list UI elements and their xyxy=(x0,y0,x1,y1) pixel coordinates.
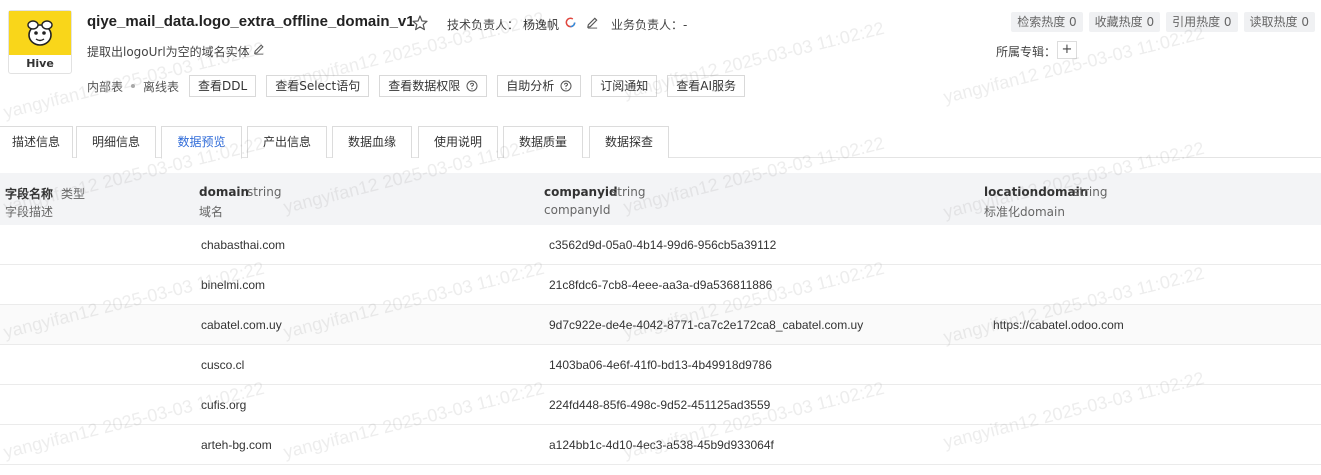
column-desc-locationdomain: 标准化domain xyxy=(984,205,1065,219)
view-ai-service-button[interactable]: 查看AI服务 xyxy=(667,75,746,97)
logo-label: Hive xyxy=(26,57,54,70)
view-ddl-button[interactable]: 查看DDL xyxy=(189,75,257,97)
field-name-header: 字段名称 xyxy=(5,187,54,201)
cell-domain: chabasthai.com xyxy=(201,238,286,252)
cell-companyid: a124bb1c-4d10-4ec3-a538-45b9d933064f xyxy=(549,438,774,452)
tab-description[interactable]: 描述信息 xyxy=(0,126,73,158)
view-permission-button[interactable]: 查看数据权限 xyxy=(379,75,488,97)
help-circle-icon xyxy=(466,80,478,92)
column-type-locationdomain: string xyxy=(1073,185,1108,199)
view-ai-service-label: 查看AI服务 xyxy=(676,79,737,93)
table-row: cusco.cl 1403ba06-4e6f-41f0-bd13-4b49918… xyxy=(0,345,1321,385)
tech-owner-label: 技术负责人： xyxy=(447,18,520,32)
cell-companyid: 9d7c922e-de4e-4042-8771-ca7c2e172ca8_cab… xyxy=(549,318,864,332)
table-row: chabasthai.com c3562d9d-05a0-4b14-99d6-9… xyxy=(0,225,1321,265)
cell-domain: binelmi.com xyxy=(201,278,266,292)
cell-companyid: 224fd448-85f6-498c-9d52-451125ad3559 xyxy=(549,398,771,412)
search-heat-badge: 检索热度 0 xyxy=(1011,12,1083,32)
refresh-icon[interactable] xyxy=(564,16,577,29)
edit-description-pencil-icon[interactable] xyxy=(253,43,265,55)
offline-table-tag: 离线表 xyxy=(143,79,180,94)
cell-domain: cabatel.com.uy xyxy=(201,318,282,332)
cell-companyid: 21c8fdc6-7cb8-4eee-aa3a-d9a536811886 xyxy=(549,278,773,292)
subscribe-label: 订阅通知 xyxy=(600,79,649,93)
tab-data-explore[interactable]: 数据探查 xyxy=(589,126,669,158)
column-type-domain: string xyxy=(247,185,282,199)
table-row: cufis.org 224fd448-85f6-498c-9d52-451125… xyxy=(0,385,1321,425)
meta-action-row: 内部表 离线表 查看DDL 查看Select语句 查看数据权限 自助分析 订阅通… xyxy=(87,75,746,97)
subscribe-button[interactable]: 订阅通知 xyxy=(591,75,658,97)
table-header-row: 字段名称 类型 字段描述 domain string 域名 companyid … xyxy=(0,173,1321,225)
table-row: arteh-bg.com a124bb1c-4d10-4ec3-a538-45b… xyxy=(0,425,1321,465)
cell-domain: cusco.cl xyxy=(201,358,245,372)
column-type-companyid: string xyxy=(611,185,646,199)
tab-details[interactable]: 明细信息 xyxy=(76,126,156,158)
preview-table: 字段名称 类型 字段描述 domain string 域名 companyid … xyxy=(0,173,1321,465)
view-select-button[interactable]: 查看Select语句 xyxy=(266,75,370,97)
column-header-companyid: companyid xyxy=(544,185,618,199)
star-icon[interactable] xyxy=(411,14,429,32)
tab-data-preview[interactable]: 数据预览 xyxy=(161,126,242,159)
column-desc-companyid: companyId xyxy=(544,203,611,217)
tab-data-lineage[interactable]: 数据血缘 xyxy=(332,126,412,158)
edit-owner-pencil-icon[interactable] xyxy=(586,16,599,29)
cell-locationdomain: https://cabatel.odoo.com xyxy=(993,318,1124,332)
view-permission-label: 查看数据权限 xyxy=(388,79,461,93)
heat-badges: 检索热度 0 收藏热度 0 引用热度 0 读取热度 0 xyxy=(1011,12,1315,32)
biz-owner-label: 业务负责人：- xyxy=(611,18,688,32)
help-circle-icon xyxy=(560,80,572,92)
column-header-domain: domain xyxy=(199,185,250,199)
field-type-header: 类型 xyxy=(61,187,86,201)
view-ddl-label: 查看DDL xyxy=(198,79,248,93)
favorite-heat-badge: 收藏热度 0 xyxy=(1088,12,1161,32)
table-header-panel: Hive qiye_mail_data.logo_extra_offline_d… xyxy=(0,0,1321,110)
detail-tabs: 描述信息 明细信息 数据预览 产出信息 数据血缘 使用说明 数据质量 数据探查 xyxy=(0,126,1321,159)
tab-data-quality[interactable]: 数据质量 xyxy=(503,126,583,158)
view-select-label: 查看Select语句 xyxy=(275,79,361,93)
field-desc-header: 字段描述 xyxy=(5,205,54,219)
cell-companyid: c3562d9d-05a0-4b14-99d6-956cb5a39112 xyxy=(549,238,777,252)
separator-dot xyxy=(131,84,136,88)
tab-output-info[interactable]: 产出信息 xyxy=(247,126,327,158)
table-description: 提取出logoUrl为空的域名实体 xyxy=(87,45,250,59)
inner-table-tag: 内部表 xyxy=(87,79,124,94)
hive-logo: Hive xyxy=(8,10,72,74)
tech-owner-name[interactable]: 杨逸帆 xyxy=(523,16,559,33)
table-row: binelmi.com 21c8fdc6-7cb8-4eee-aa3a-d9a5… xyxy=(0,265,1321,305)
table-title: qiye_mail_data.logo_extra_offline_domain… xyxy=(87,13,415,30)
auto-analysis-button[interactable]: 自助分析 xyxy=(497,75,582,97)
column-album-label: 所属专辑： xyxy=(996,45,1057,59)
reference-heat-badge: 引用热度 0 xyxy=(1166,12,1238,32)
auto-analysis-label: 自助分析 xyxy=(506,79,555,93)
read-heat-badge: 读取热度 0 xyxy=(1243,12,1315,32)
hive-bee-icon xyxy=(9,11,71,55)
cell-domain: arteh-bg.com xyxy=(201,438,272,452)
cell-domain: cufis.org xyxy=(201,398,247,412)
column-desc-domain: 域名 xyxy=(199,205,224,219)
cell-companyid: 1403ba06-4e6f-41f0-bd13-4b49918d9786 xyxy=(549,358,772,372)
table-row: cabatel.com.uy 9d7c922e-de4e-4042-8771-c… xyxy=(0,305,1321,345)
tab-usage[interactable]: 使用说明 xyxy=(418,126,498,158)
add-album-button[interactable]: + xyxy=(1057,41,1077,59)
